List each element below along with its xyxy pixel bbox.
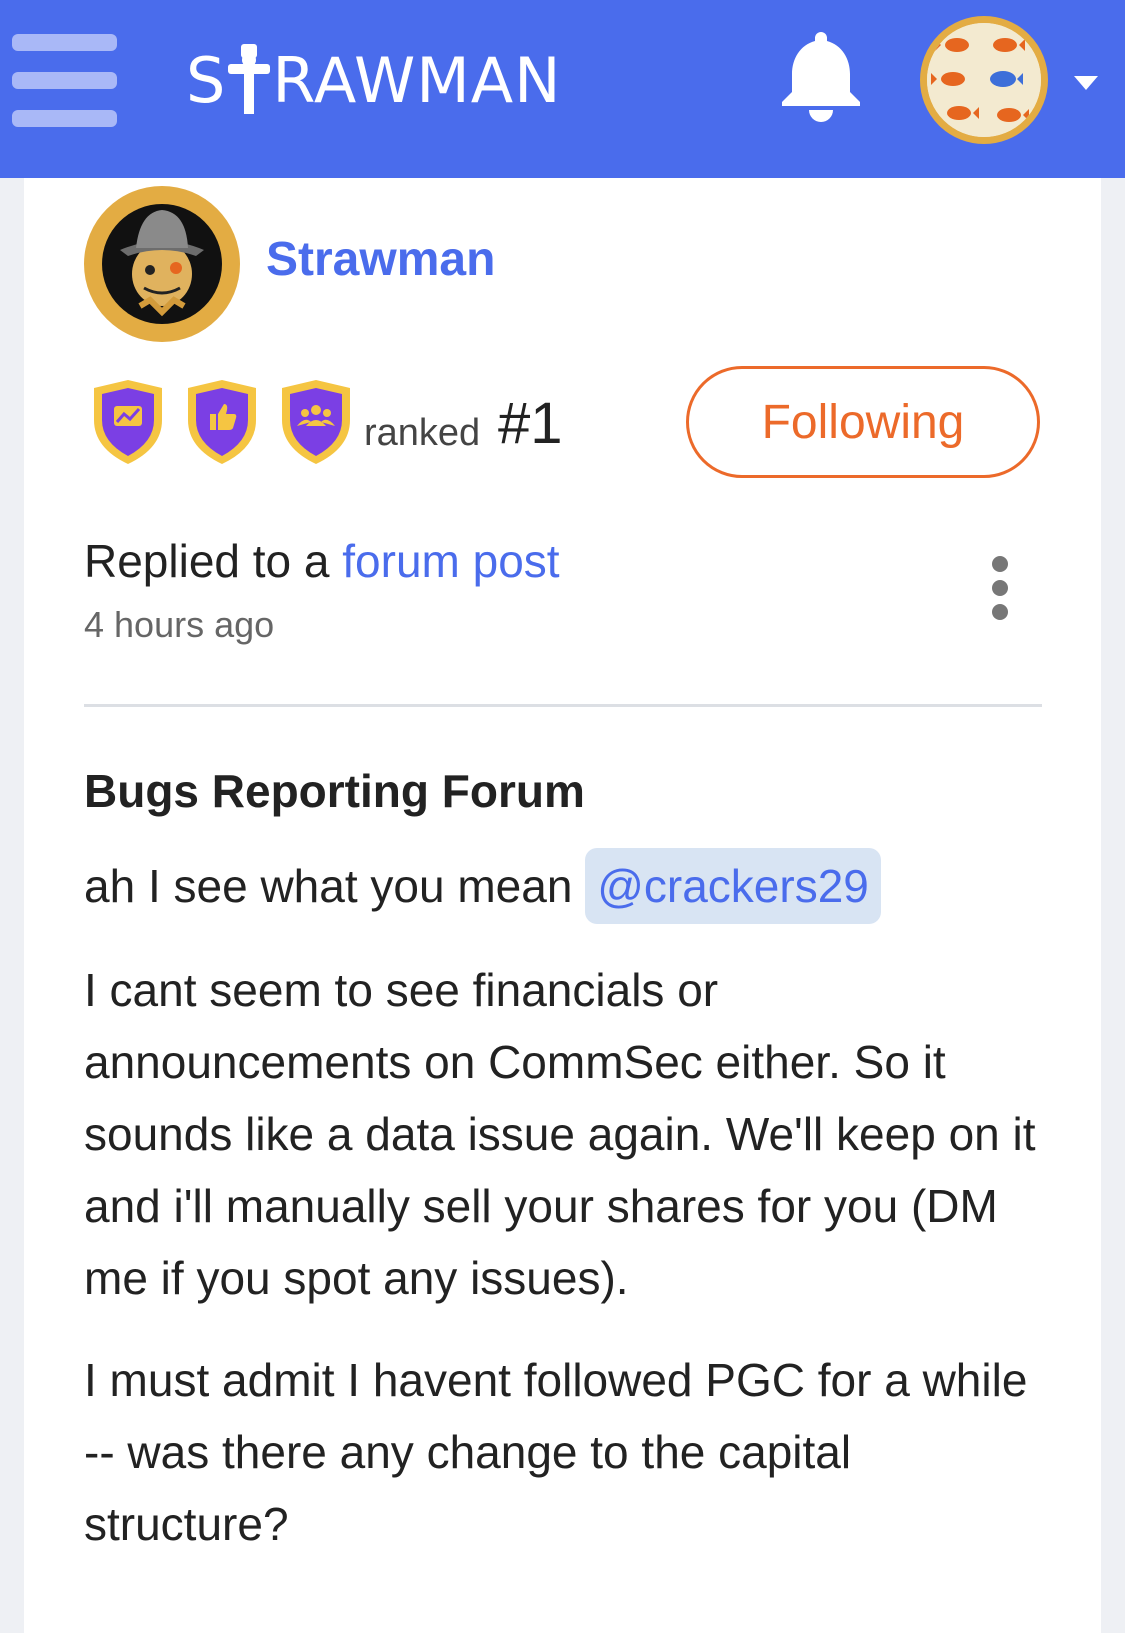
post-paragraph-2: I cant seem to see financials or announc… [84, 964, 1036, 1304]
hamburger-menu-icon[interactable] [12, 34, 117, 128]
post-body: ah I see what you mean @crackers29 I can… [84, 848, 1042, 1590]
scarecrow-avatar-icon [102, 204, 222, 324]
profile-avatar[interactable] [84, 186, 240, 342]
post-paragraph-1: ah I see what you mean @crackers29 [84, 848, 1042, 924]
thumbs-up-badge-icon [188, 380, 256, 464]
bell-icon[interactable] [778, 28, 864, 124]
strawman-logo[interactable]: S RAWMAN [186, 40, 562, 120]
divider [84, 704, 1042, 707]
group-badge-icon [282, 380, 350, 464]
goldfish-avatar-icon [927, 23, 1041, 137]
forum-title[interactable]: Bugs Reporting Forum [84, 764, 585, 818]
activity-description: Replied to a forum post [84, 534, 560, 588]
chevron-down-icon[interactable] [1072, 74, 1100, 92]
post-text: ah I see what you mean [84, 860, 573, 912]
rank-label: ranked [364, 412, 481, 454]
user-avatar[interactable] [920, 16, 1048, 144]
rank-value: #1 [498, 391, 563, 456]
activity-prefix: Replied to a [84, 535, 330, 587]
chart-badge-icon [94, 380, 162, 464]
following-button[interactable]: Following [686, 366, 1040, 478]
logo-prefix: S [186, 43, 227, 117]
forum-post-link[interactable]: forum post [342, 535, 559, 587]
vertical-ellipsis-icon[interactable] [984, 556, 1014, 620]
post-paragraph-3: I must admit I havent followed PGC for a… [84, 1354, 1028, 1550]
top-navigation-bar: S RAWMAN [0, 0, 1125, 178]
username-link[interactable]: Strawman [266, 232, 495, 287]
user-mention-link[interactable]: @crackers29 [585, 848, 881, 924]
badge-list [90, 378, 354, 466]
logo-suffix: RAWMAN [272, 43, 562, 117]
activity-card: Strawman ranked #1 Following Replied to … [24, 178, 1101, 1633]
scarecrow-logo-icon [228, 44, 271, 114]
timestamp: 4 hours ago [84, 604, 275, 645]
